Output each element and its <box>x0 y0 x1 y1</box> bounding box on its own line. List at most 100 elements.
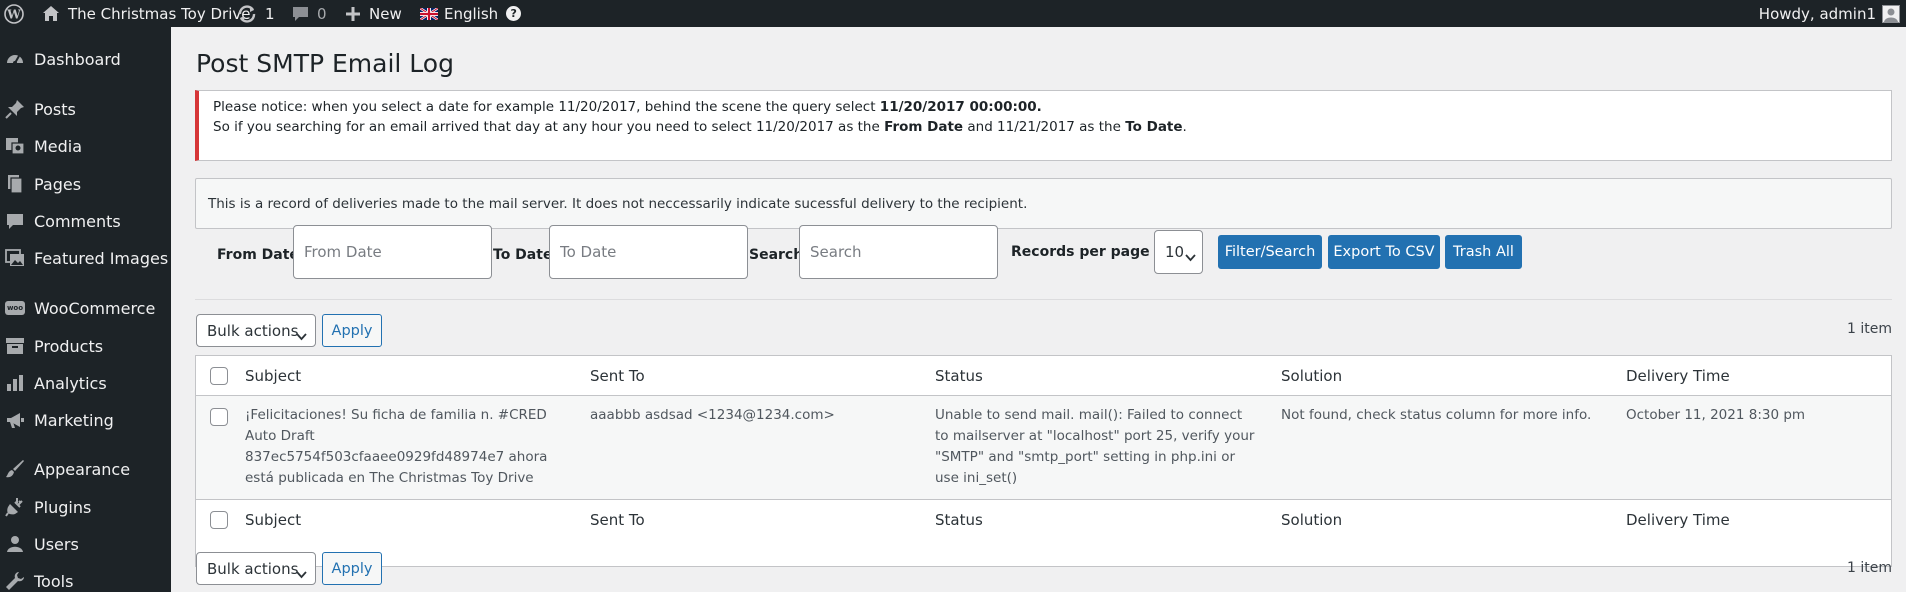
comments-link[interactable]: 0 <box>292 0 327 27</box>
row-solution: Not found, check status column for more … <box>1281 407 1592 423</box>
sidebar-item-label: Appearance <box>34 459 131 479</box>
sidebar-item-dashboard[interactable]: Dashboard <box>0 42 171 76</box>
table-header: Subject Sent To Status Solution Delivery… <box>196 356 1891 396</box>
archive-icon <box>4 335 26 357</box>
help-icon[interactable]: ? <box>506 6 522 21</box>
search-label: Search <box>749 247 804 263</box>
records-per-page-select[interactable]: 10 <box>1154 230 1203 274</box>
from-date-input[interactable] <box>293 225 492 279</box>
apply-button-bottom[interactable]: Apply <box>322 552 382 585</box>
search-input[interactable] <box>799 225 998 279</box>
sidebar-item-pages[interactable]: Pages <box>0 167 171 201</box>
comment-bubble-icon <box>292 6 309 22</box>
select-all-checkbox[interactable] <box>210 367 228 385</box>
select-all-checkbox-bottom[interactable] <box>210 511 228 529</box>
column-status[interactable]: Status <box>935 511 983 529</box>
date-notice: Please notice: when you select a date fo… <box>195 90 1892 161</box>
sidebar-item-woocommerce[interactable]: woo WooCommerce <box>0 291 171 325</box>
pin-icon <box>4 98 26 120</box>
image-icon <box>4 247 26 269</box>
sidebar-item-appearance[interactable]: Appearance <box>0 452 171 486</box>
sidebar-item-label: Plugins <box>34 497 92 517</box>
howdy-text: Howdy, admin1 <box>1758 4 1876 23</box>
media-icon <box>4 135 26 157</box>
to-date-input[interactable] <box>549 225 748 279</box>
filter-search-button[interactable]: Filter/Search <box>1218 235 1322 269</box>
sidebar-item-featured-images[interactable]: Featured Images <box>0 241 171 275</box>
new-label: New <box>369 4 402 23</box>
sidebar-item-label: Products <box>34 336 104 356</box>
column-status[interactable]: Status <box>935 367 983 385</box>
site-name-link[interactable]: The Christmas Toy Drive <box>42 0 251 27</box>
item-count-top: 1 item <box>1847 321 1892 337</box>
column-delivery-time[interactable]: Delivery Time <box>1626 511 1730 529</box>
column-subject[interactable]: Subject <box>245 511 301 529</box>
records-per-page-label: Records per page <box>1011 244 1150 260</box>
table-footer: Subject Sent To Status Solution Delivery… <box>196 499 1891 540</box>
notice-line-1: Please notice: when you select a date fo… <box>213 99 1042 115</box>
sidebar-item-media[interactable]: Media <box>0 129 171 163</box>
records-per-page-value: 10 <box>1165 243 1185 261</box>
export-csv-button[interactable]: Export To CSV <box>1328 235 1440 269</box>
sidebar-item-label: Users <box>34 534 79 554</box>
svg-text:W: W <box>6 7 21 21</box>
sidebar-item-label: Pages <box>34 174 82 194</box>
table-row[interactable]: ¡Felicitaciones! Su ficha de familia n. … <box>196 396 1891 499</box>
wordpress-logo-icon[interactable]: W <box>4 0 24 27</box>
my-account-link[interactable]: Howdy, admin1 <box>1759 0 1900 27</box>
sidebar-item-posts[interactable]: Posts <box>0 92 171 126</box>
sidebar-item-label: Marketing <box>34 410 114 430</box>
sidebar-item-label: Comments <box>34 211 121 231</box>
admin-sidebar: Dashboard Posts Media Pages Comments Fea… <box>0 27 171 592</box>
trash-all-button[interactable]: Trash All <box>1445 235 1522 269</box>
dashboard-icon <box>4 48 26 70</box>
column-solution[interactable]: Solution <box>1281 511 1342 529</box>
row-sent-to: aaabbb asdsad <1234@1234.com> <box>590 407 835 423</box>
column-subject[interactable]: Subject <box>245 367 301 385</box>
sidebar-item-plugins[interactable]: Plugins <box>0 490 171 524</box>
sidebar-item-label: Dashboard <box>34 49 121 69</box>
plus-icon <box>346 6 360 21</box>
from-date-label: From Date <box>217 247 299 263</box>
language-switcher[interactable]: English ? <box>420 0 522 27</box>
chevron-down-icon <box>296 327 307 345</box>
email-log-table: Subject Sent To Status Solution Delivery… <box>195 355 1892 567</box>
bulk-actions-label: Bulk actions <box>207 559 299 578</box>
sidebar-item-marketing[interactable]: Marketing <box>0 403 171 437</box>
avatar <box>1882 4 1900 23</box>
sidebar-item-tools[interactable]: Tools <box>0 564 171 592</box>
bulk-actions-label: Bulk actions <box>207 321 299 340</box>
row-subject[interactable]: ¡Felicitaciones! Su ficha de familia n. … <box>245 405 565 489</box>
sidebar-item-label: Tools <box>34 571 74 591</box>
apply-button-top[interactable]: Apply <box>322 314 382 347</box>
woocommerce-icon: woo <box>4 297 26 319</box>
home-icon <box>42 5 60 22</box>
row-status: Unable to send mail. mail(): Failed to c… <box>935 407 1255 486</box>
bulk-actions-select-bottom[interactable]: Bulk actions <box>196 552 316 585</box>
updates-count: 1 <box>265 4 275 23</box>
refresh-icon <box>237 4 257 23</box>
sidebar-item-label: Analytics <box>34 373 107 393</box>
divider <box>195 299 1892 300</box>
row-delivery-time: October 11, 2021 8:30 pm <box>1626 407 1806 423</box>
column-solution[interactable]: Solution <box>1281 367 1342 385</box>
column-delivery-time[interactable]: Delivery Time <box>1626 367 1730 385</box>
language-label: English <box>444 4 499 23</box>
bulk-actions-select-top[interactable]: Bulk actions <box>196 314 316 347</box>
notice-line-2: So if you searching for an email arrived… <box>213 119 1187 135</box>
comments-count: 0 <box>317 4 327 23</box>
sidebar-item-analytics[interactable]: Analytics <box>0 366 171 400</box>
new-content-link[interactable]: New <box>346 0 402 27</box>
column-sent-to[interactable]: Sent To <box>590 367 645 385</box>
column-sent-to[interactable]: Sent To <box>590 511 645 529</box>
sidebar-item-products[interactable]: Products <box>0 329 171 363</box>
to-date-label: To Date <box>493 247 553 263</box>
megaphone-icon <box>4 409 26 431</box>
admin-bar: W The Christmas Toy Drive 1 0 New Englis… <box>0 0 1906 27</box>
updates-link[interactable]: 1 <box>237 0 275 27</box>
row-checkbox[interactable] <box>210 408 228 426</box>
sidebar-item-label: WooCommerce <box>34 298 156 318</box>
info-notice: This is a record of deliveries made to t… <box>195 178 1892 229</box>
sidebar-item-users[interactable]: Users <box>0 527 171 561</box>
sidebar-item-comments[interactable]: Comments <box>0 204 171 238</box>
